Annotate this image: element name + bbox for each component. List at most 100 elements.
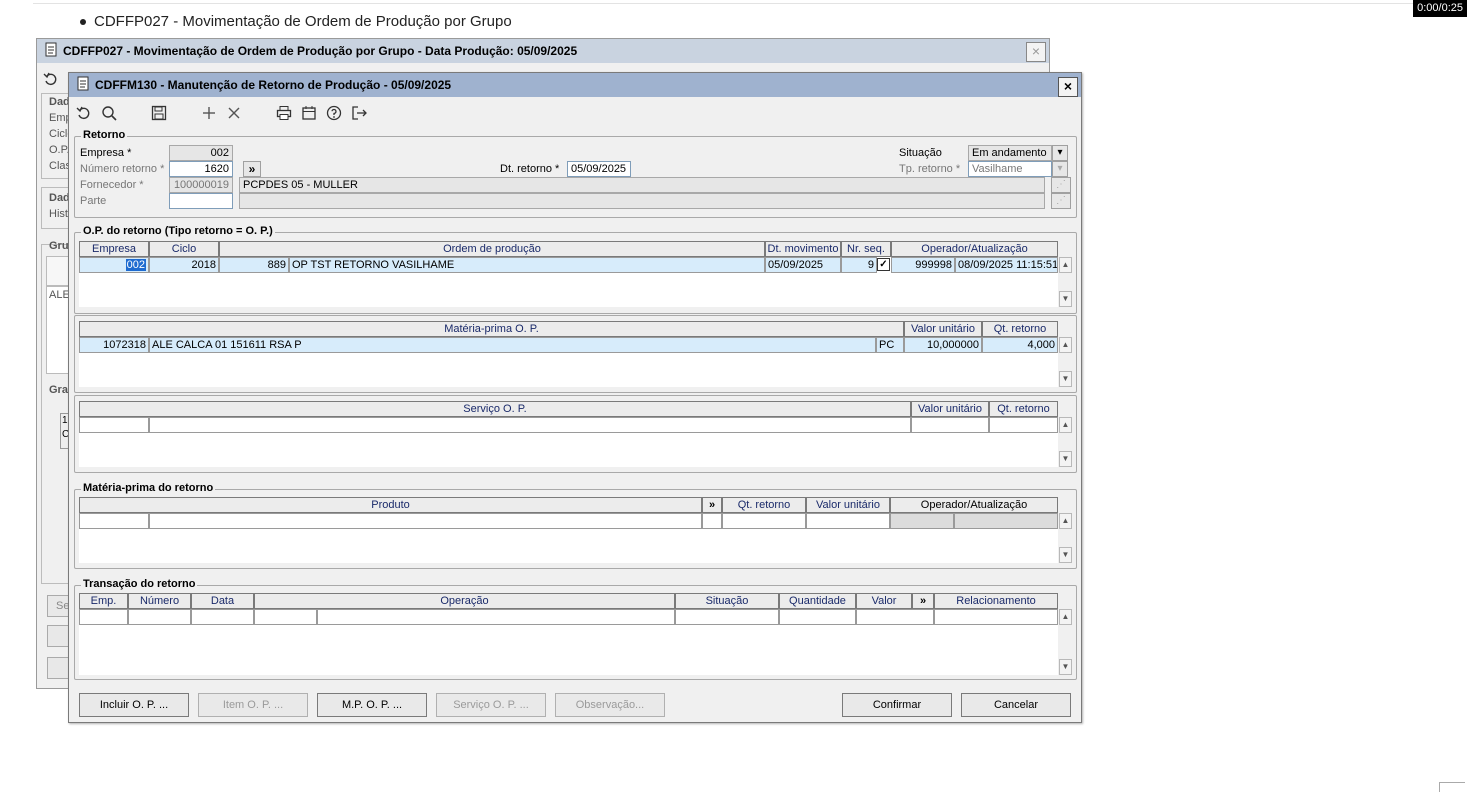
trans-row-situacao[interactable] <box>675 609 779 625</box>
trans-row-op-code[interactable] <box>254 609 317 625</box>
parte-code-field[interactable] <box>169 193 233 209</box>
col-mpr-valor-unitario[interactable]: Valor unitário <box>806 497 890 513</box>
cancelar-button[interactable]: Cancelar <box>961 693 1071 717</box>
col-situacao[interactable]: Situação <box>675 593 779 609</box>
item-op-button[interactable]: Item O. P. ... <box>198 693 308 717</box>
mpr-row-desc[interactable] <box>149 513 702 529</box>
mpr-row-expand[interactable] <box>702 513 722 529</box>
op-row-operador[interactable]: 999998 <box>891 257 955 273</box>
col-relacionamento[interactable]: Relacionamento <box>934 593 1058 609</box>
parte-name-field[interactable] <box>239 193 1045 209</box>
save-icon[interactable] <box>150 104 168 122</box>
trans-row-emp[interactable] <box>79 609 128 625</box>
add-icon[interactable] <box>200 104 218 122</box>
fornecedor-lookup-icon[interactable]: ⋰ <box>1051 177 1071 193</box>
refresh-icon[interactable] <box>75 104 93 122</box>
mp-row-desc[interactable]: ALE CALCA 01 151611 RSA P <box>149 337 876 353</box>
col-nr-seq[interactable]: Nr. seq. <box>841 241 891 257</box>
op-row-atualizacao[interactable]: 08/09/2025 11:15:51 <box>955 257 1058 273</box>
scroll-down-icon[interactable]: ▼ <box>1059 659 1072 675</box>
refresh-icon[interactable] <box>43 71 59 90</box>
dt-retorno-field[interactable]: 05/09/2025 <box>567 161 631 177</box>
op-row-op-num[interactable]: 889 <box>219 257 289 273</box>
col-serv-valor-unitario[interactable]: Valor unitário <box>911 401 989 417</box>
numero-retorno-field[interactable]: 1620 <box>169 161 233 177</box>
mp-grid-scrollbar[interactable]: ▲ ▼ <box>1059 337 1072 387</box>
confirmar-button[interactable]: Confirmar <box>842 693 952 717</box>
calendar-icon[interactable] <box>300 104 318 122</box>
window-close-button[interactable]: × <box>1058 77 1078 97</box>
col-ordem-producao[interactable]: Ordem de produção <box>219 241 765 257</box>
col-operador[interactable]: Operador/Atualização <box>891 241 1058 257</box>
col-quantidade[interactable]: Quantidade <box>779 593 856 609</box>
op-row-checkbox[interactable]: ✓ <box>877 258 890 271</box>
mpr-row-code[interactable] <box>79 513 149 529</box>
trans-row-operacao[interactable] <box>317 609 675 625</box>
servico-grid-scrollbar[interactable]: ▲ ▼ <box>1059 417 1072 467</box>
op-row-seq[interactable]: 9 <box>841 257 877 273</box>
help-icon[interactable] <box>325 104 343 122</box>
mp-retorno-grid-scrollbar[interactable]: ▲ ▼ <box>1059 513 1072 563</box>
scroll-up-icon[interactable]: ▲ <box>1059 337 1072 353</box>
serv-row-valor[interactable] <box>911 417 989 433</box>
col-data[interactable]: Data <box>191 593 254 609</box>
empresa-field[interactable]: 002 <box>169 145 233 161</box>
parte-lookup-icon[interactable]: ⋰ <box>1051 193 1071 209</box>
mpr-row-valor[interactable] <box>806 513 890 529</box>
trans-row-relacionamento[interactable] <box>934 609 1058 625</box>
col-servico-op[interactable]: Serviço O. P. <box>79 401 911 417</box>
trans-row-numero[interactable] <box>128 609 191 625</box>
op-grid-scrollbar[interactable]: ▲ ▼ <box>1059 257 1072 307</box>
servico-op-button[interactable]: Serviço O. P. ... <box>436 693 546 717</box>
fornecedor-name-field[interactable]: PCPDES 05 - MULLER <box>239 177 1045 193</box>
col-mp-qt-retorno[interactable]: Qt. retorno <box>982 321 1058 337</box>
exit-icon[interactable] <box>350 104 368 122</box>
situacao-dropdown-icon[interactable]: ▾ <box>1052 145 1068 161</box>
back-window-close-button[interactable]: × <box>1026 42 1046 62</box>
serv-row-desc[interactable] <box>149 417 911 433</box>
col-materia-prima-op[interactable]: Matéria-prima O. P. <box>79 321 904 337</box>
serv-row-qt[interactable] <box>989 417 1058 433</box>
mp-row-un[interactable]: PC <box>876 337 904 353</box>
scroll-down-icon[interactable]: ▼ <box>1059 371 1072 387</box>
observacao-button[interactable]: Observação... <box>555 693 665 717</box>
col-dt-movimento[interactable]: Dt. movimento <box>765 241 841 257</box>
trans-row-data[interactable] <box>191 609 254 625</box>
col-ciclo[interactable]: Ciclo <box>149 241 219 257</box>
col-mp-valor-unitario[interactable]: Valor unitário <box>904 321 982 337</box>
scroll-down-icon[interactable]: ▼ <box>1059 291 1072 307</box>
trans-row-quantidade[interactable] <box>779 609 856 625</box>
serv-row-code[interactable] <box>79 417 149 433</box>
fornecedor-code-field[interactable]: 100000019 <box>169 177 233 193</box>
col-numero[interactable]: Número <box>128 593 191 609</box>
mp-op-button[interactable]: M.P. O. P. ... <box>317 693 427 717</box>
incluir-op-button[interactable]: Incluir O. P. ... <box>79 693 189 717</box>
scroll-down-icon[interactable]: ▼ <box>1059 451 1072 467</box>
col-operacao[interactable]: Operação <box>254 593 675 609</box>
mp-row-code[interactable]: 1072318 <box>79 337 149 353</box>
mpr-row-qt[interactable] <box>722 513 806 529</box>
col-serv-qt-retorno[interactable]: Qt. retorno <box>989 401 1058 417</box>
trans-row-valor[interactable] <box>856 609 934 625</box>
op-row-op-desc[interactable]: OP TST RETORNO VASILHAME <box>289 257 765 273</box>
col-emp[interactable]: Emp. <box>79 593 128 609</box>
print-icon[interactable] <box>275 104 293 122</box>
back-ale-field[interactable]: ALE <box>46 286 70 374</box>
col-empresa[interactable]: Empresa <box>79 241 149 257</box>
mp-row-qt[interactable]: 4,000 <box>982 337 1058 353</box>
tp-retorno-select[interactable]: Vasilhame <box>968 161 1052 177</box>
col-trans-expand[interactable]: » <box>912 593 934 609</box>
col-mpr-operador[interactable]: Operador/Atualização <box>890 497 1058 513</box>
col-valor[interactable]: Valor <box>856 593 912 609</box>
col-produto[interactable]: Produto <box>79 497 702 513</box>
op-row-ciclo[interactable]: 2018 <box>149 257 219 273</box>
op-row-dt[interactable]: 05/09/2025 <box>765 257 841 273</box>
delete-icon[interactable] <box>225 104 243 122</box>
scroll-up-icon[interactable]: ▲ <box>1059 609 1072 625</box>
col-expand[interactable]: » <box>702 497 722 513</box>
expand-button[interactable]: » <box>243 161 261 177</box>
situacao-select[interactable]: Em andamento <box>968 145 1052 161</box>
tp-retorno-dropdown-icon[interactable]: ▾ <box>1052 161 1068 177</box>
op-row-empresa[interactable]: 002 <box>79 257 149 273</box>
transacao-grid-scrollbar[interactable]: ▲ ▼ <box>1059 609 1072 675</box>
